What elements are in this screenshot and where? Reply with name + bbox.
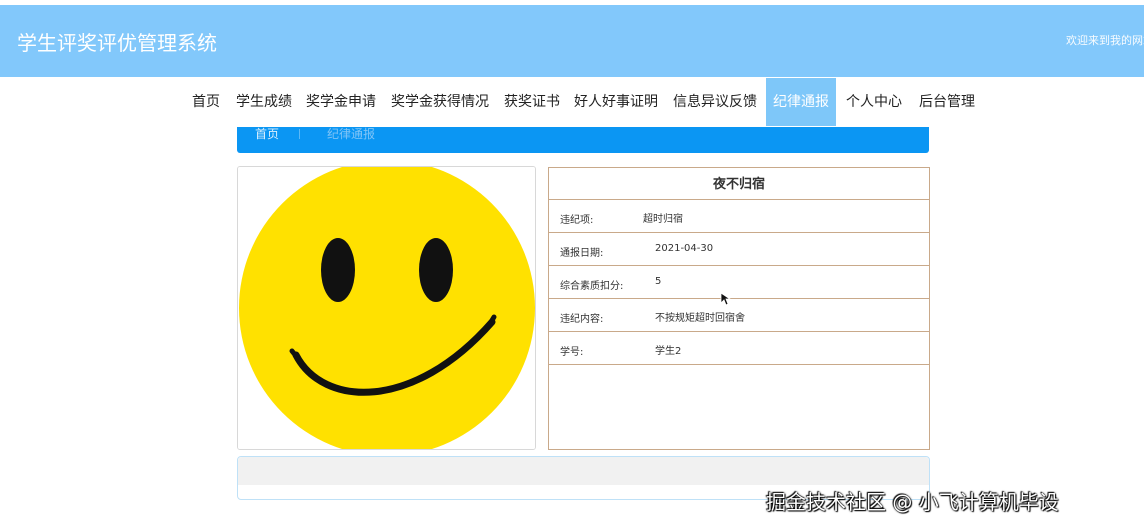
detail-row-deduction: 综合素质扣分: 5 — [549, 265, 929, 298]
app-title: 学生评奖评优管理系统 — [17, 31, 217, 55]
smiley-face-icon — [238, 167, 535, 449]
nav-item-scholarship-awarded[interactable]: 奖学金获得情况 — [384, 78, 496, 126]
detail-empty-area — [549, 364, 929, 449]
detail-row-violation: 违纪项: 超时归宿 — [549, 199, 929, 232]
detail-label: 通报日期: — [560, 248, 604, 259]
detail-value: 学生2 — [655, 346, 682, 357]
detail-label: 违纪内容: — [560, 314, 604, 325]
nav-item-scholarship-apply[interactable]: 奖学金申请 — [300, 78, 382, 126]
detail-label: 综合素质扣分: — [560, 281, 624, 292]
mouse-cursor-icon — [720, 292, 732, 306]
nav-item-home[interactable]: 首页 — [184, 78, 228, 126]
notice-title: 夜不归宿 — [712, 177, 765, 192]
detail-row-student-id: 学号: 学生2 — [549, 331, 929, 364]
detail-label: 违纪项: — [560, 215, 594, 226]
breadcrumb: 首页 纪律通报 — [237, 127, 929, 153]
site-header: 学生评奖评优管理系统 欢迎来到我的网站 — [0, 5, 1144, 77]
nav-item-student-grades[interactable]: 学生成绩 — [230, 78, 298, 126]
nav-item-personal-center[interactable]: 个人中心 — [838, 78, 910, 126]
detail-label: 学号: — [560, 347, 584, 358]
main-nav: 首页 学生成绩 奖学金申请 奖学金获得情况 获奖证书 好人好事证明 信息异议反馈… — [0, 78, 1144, 126]
nav-item-award-certificates[interactable]: 获奖证书 — [498, 78, 566, 126]
watermark: 掘金技术社区 @ 小飞计算机毕设 — [766, 490, 1059, 514]
welcome-text: 欢迎来到我的网站 — [1066, 34, 1144, 47]
detail-value: 不按规矩超时回宿舍 — [655, 313, 745, 324]
detail-value: 5 — [655, 276, 662, 287]
breadcrumb-home-link[interactable]: 首页 — [255, 127, 279, 141]
nav-item-info-objection[interactable]: 信息异议反馈 — [666, 78, 764, 126]
detail-row-date: 通报日期: 2021-04-30 — [549, 232, 929, 265]
detail-row-content: 违纪内容: 不按规矩超时回宿舍 — [549, 298, 929, 331]
nav-item-admin[interactable]: 后台管理 — [912, 78, 982, 126]
notice-detail-card: 夜不归宿 违纪项: 超时归宿 通报日期: 2021-04-30 综合素质扣分: … — [548, 167, 930, 450]
detail-value: 超时归宿 — [643, 214, 683, 225]
detail-value: 2021-04-30 — [655, 243, 714, 254]
breadcrumb-current: 纪律通报 — [327, 127, 376, 141]
comment-panel-header — [238, 457, 929, 485]
nav-item-discipline-notice[interactable]: 纪律通报 — [766, 78, 836, 126]
nav-item-good-deeds-proof[interactable]: 好人好事证明 — [568, 78, 664, 126]
breadcrumb-separator — [299, 129, 300, 139]
notice-image — [237, 166, 536, 450]
